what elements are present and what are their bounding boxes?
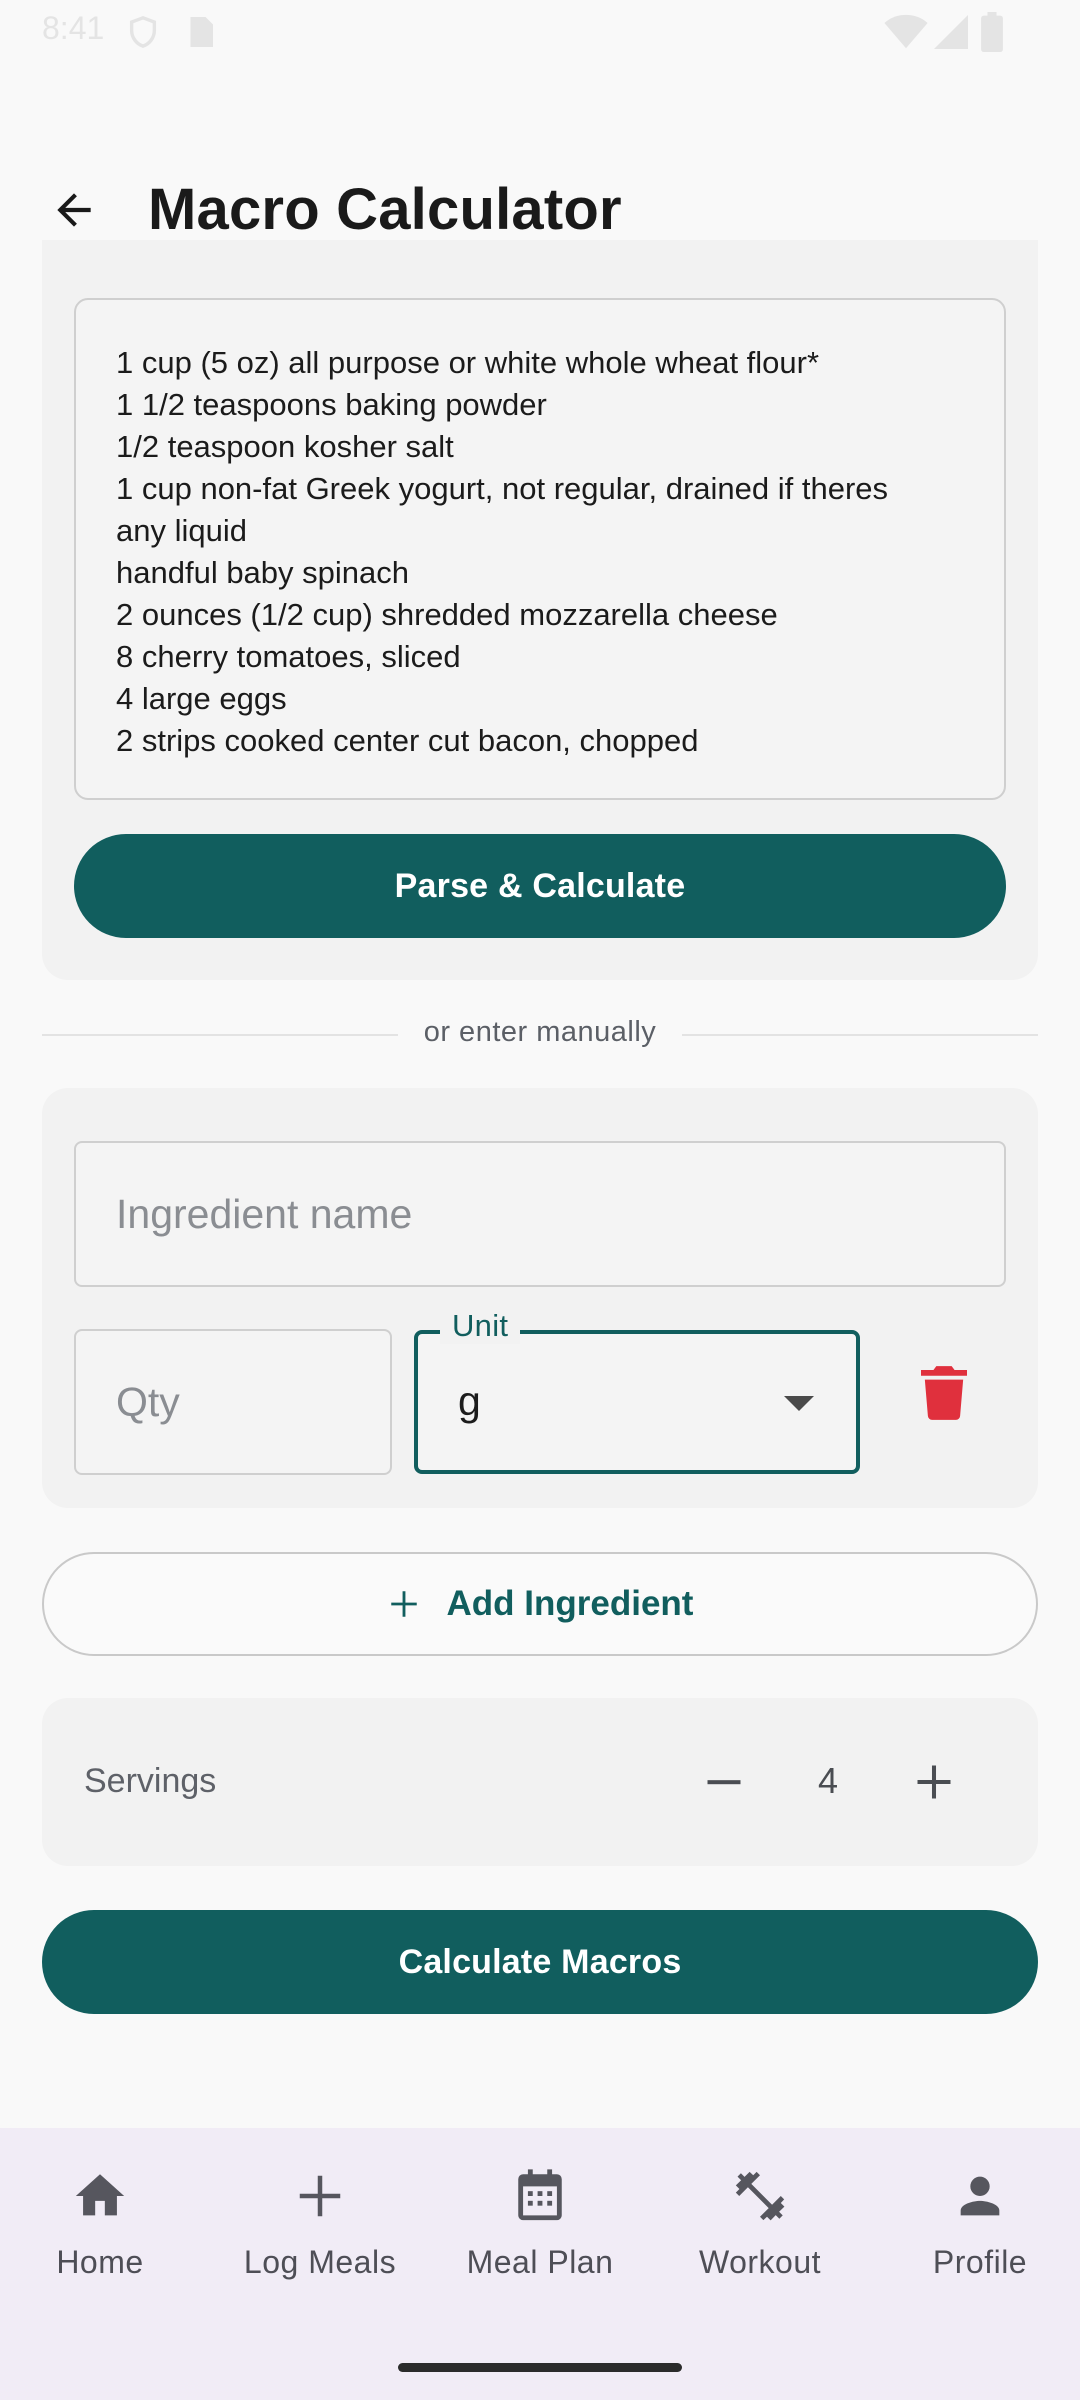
status-bar: 8:41 xyxy=(0,0,1080,66)
nav-label-log-meals: Log Meals xyxy=(243,2244,397,2280)
plus-icon xyxy=(917,1765,951,1799)
servings-value: 4 xyxy=(817,1760,839,1801)
recipe-line: any liquid xyxy=(116,513,247,548)
divider-text: or enter manually xyxy=(423,1016,657,1048)
dropdown-arrow-icon xyxy=(784,1396,814,1411)
divider-line-right xyxy=(682,1034,1038,1036)
signal-icon xyxy=(934,15,968,49)
nav-item-meal-plan[interactable]: Meal Plan xyxy=(440,2166,640,2296)
home-indicator[interactable] xyxy=(398,2363,682,2372)
arrow-left-icon xyxy=(57,193,91,227)
nav-label-meal-plan: Meal Plan xyxy=(466,2244,614,2280)
trash-icon xyxy=(921,1366,967,1420)
shield-status-icon xyxy=(129,16,157,48)
battery-icon xyxy=(981,12,1003,52)
nav-label-workout: Workout xyxy=(698,2244,822,2280)
sim-card-status-icon xyxy=(190,17,213,47)
nav-item-workout[interactable]: Workout xyxy=(660,2166,860,2296)
nav-item-home[interactable]: Home xyxy=(0,2166,200,2296)
recipe-line: 4 large eggs xyxy=(116,681,287,716)
back-button[interactable] xyxy=(34,174,114,246)
recipe-line: 2 ounces (1/2 cup) shredded mozzarella c… xyxy=(116,597,778,632)
recipe-line: handful baby spinach xyxy=(116,555,410,590)
wifi-icon xyxy=(884,14,928,49)
add-ingredient-button[interactable]: Add Ingredient xyxy=(42,1552,1038,1656)
unit-value: g xyxy=(458,1378,481,1424)
recipe-text-input[interactable]: 1 cup (5 oz) all purpose or white whole … xyxy=(74,298,1006,800)
recipe-line: 2 strips cooked center cut bacon, choppe… xyxy=(116,723,699,758)
calendar-icon xyxy=(510,2166,570,2226)
parse-calculate-button[interactable]: Parse & Calculate xyxy=(74,834,1006,938)
ingredient-name-input[interactable]: Ingredient name xyxy=(74,1141,1006,1287)
dumbbell-icon xyxy=(730,2166,790,2226)
home-icon xyxy=(70,2166,130,2226)
servings-label: Servings xyxy=(84,1762,217,1800)
status-time: 8:41 xyxy=(42,10,105,46)
unit-select[interactable]: g xyxy=(414,1330,860,1474)
calculate-macros-button[interactable]: Calculate Macros xyxy=(42,1910,1038,2014)
recipe-line: 8 cherry tomatoes, sliced xyxy=(116,639,461,674)
add-ingredient-label: Add Ingredient xyxy=(446,1584,694,1623)
nav-item-log-meals[interactable]: Log Meals xyxy=(220,2166,420,2296)
unit-label: Unit xyxy=(440,1308,521,1344)
plus-icon xyxy=(290,2166,350,2226)
divider-line-left xyxy=(42,1034,398,1036)
plus-icon xyxy=(390,1591,417,1617)
decrease-servings-button[interactable] xyxy=(684,1742,764,1822)
ingredient-name-placeholder: Ingredient name xyxy=(116,1190,413,1237)
qty-placeholder: Qty xyxy=(116,1378,180,1425)
nav-item-profile[interactable]: Profile xyxy=(880,2166,1080,2296)
minus-icon xyxy=(707,1780,741,1785)
recipe-line: 1 cup non-fat Greek yogurt, not regular,… xyxy=(116,471,889,506)
delete-ingredient-button[interactable] xyxy=(906,1352,982,1434)
nav-label-home: Home xyxy=(56,2244,144,2280)
nav-label-profile: Profile xyxy=(932,2244,1028,2280)
increase-servings-button[interactable] xyxy=(894,1742,974,1822)
recipe-line: 1/2 teaspoon kosher salt xyxy=(116,429,454,464)
recipe-line: 1 1/2 teaspoons baking powder xyxy=(116,387,547,422)
recipe-line: 1 cup (5 oz) all purpose or white whole … xyxy=(116,345,820,380)
page-title: Macro Calculator xyxy=(148,177,622,242)
qty-input[interactable]: Qty xyxy=(74,1329,392,1475)
person-icon xyxy=(950,2166,1010,2226)
